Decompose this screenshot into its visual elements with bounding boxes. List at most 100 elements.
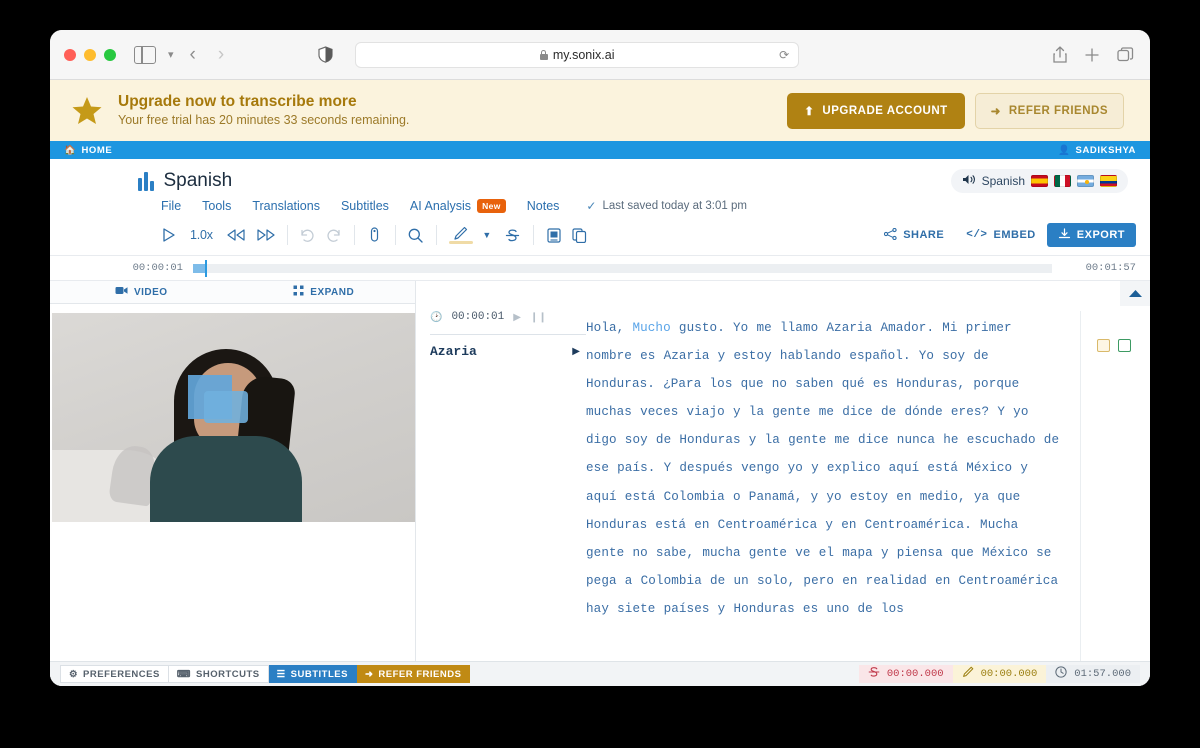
note-swatch-yellow[interactable] bbox=[1097, 339, 1110, 352]
close-window-button[interactable] bbox=[64, 48, 76, 61]
play-icon[interactable]: ▶ bbox=[513, 312, 521, 323]
star-icon bbox=[72, 96, 102, 125]
copy-icon[interactable] bbox=[567, 222, 593, 248]
tab-video[interactable]: VIDEO bbox=[50, 281, 233, 303]
collapse-panel-button[interactable] bbox=[1120, 281, 1150, 306]
lines-icon: ☰ bbox=[276, 668, 286, 680]
rewind-button[interactable] bbox=[222, 222, 251, 248]
tab-overview-icon[interactable] bbox=[1117, 47, 1134, 62]
menu-item-translations[interactable]: Translations bbox=[252, 199, 320, 213]
speaker-name[interactable]: Azaria bbox=[430, 344, 477, 359]
timeline-end-time: 00:01:57 bbox=[1085, 262, 1136, 274]
editor-toolbar: 1.0x ▼ SHARE </> EMBED EXPORT bbox=[50, 213, 1150, 256]
clock-icon: 🕑 bbox=[430, 311, 443, 323]
nav-user-menu[interactable]: 👤 SADIKSHYA bbox=[1058, 145, 1136, 156]
nav-home-link[interactable]: 🏠 HOME bbox=[64, 145, 112, 156]
arrow-up-icon: ⬆ bbox=[804, 105, 815, 118]
export-label: EXPORT bbox=[1076, 229, 1125, 241]
transcript-text-after: gusto. Yo me llamo Azaria Amador. Mi pri… bbox=[586, 321, 1060, 616]
main-panels: VIDEO EXPAND 🕑 00:00:01 ▶ ❙❙ Azaria ▶ Ho… bbox=[50, 281, 1150, 661]
transcript-highlighted-word[interactable]: Mucho bbox=[632, 321, 670, 335]
redo-button[interactable] bbox=[321, 222, 347, 248]
share-button[interactable]: SHARE bbox=[873, 223, 955, 247]
notes-column bbox=[1080, 311, 1150, 661]
home-icon: 🏠 bbox=[64, 144, 77, 156]
menu-item-subtitles[interactable]: Subtitles bbox=[341, 199, 389, 213]
toolbar-divider bbox=[353, 225, 355, 245]
refer-friends-button[interactable]: ➜ REFER FRIENDS bbox=[974, 92, 1124, 129]
mexico-flag-icon bbox=[1054, 175, 1071, 187]
export-button[interactable]: EXPORT bbox=[1046, 223, 1136, 247]
share-nodes-icon bbox=[884, 227, 897, 243]
back-button[interactable]: ‹ bbox=[184, 45, 202, 64]
maximize-window-button[interactable] bbox=[104, 48, 116, 61]
privacy-shield-icon[interactable] bbox=[318, 46, 333, 63]
pause-icon[interactable]: ❙❙ bbox=[530, 312, 547, 323]
subtitles-button[interactable]: ☰ SUBTITLES bbox=[268, 665, 357, 683]
timeline-playhead[interactable] bbox=[205, 259, 207, 277]
new-tab-icon[interactable] bbox=[1085, 47, 1099, 62]
window-controls[interactable] bbox=[64, 48, 116, 61]
address-bar[interactable]: my.sonix.ai ⟳ bbox=[355, 41, 800, 68]
refer-friends-bottom-label: REFER FRIENDS bbox=[378, 668, 462, 680]
preferences-button[interactable]: ⚙ PREFERENCES bbox=[60, 665, 169, 683]
search-icon[interactable] bbox=[403, 222, 429, 248]
highlighter-button[interactable] bbox=[444, 222, 478, 248]
argentina-flag-icon bbox=[1077, 175, 1094, 187]
share-icon[interactable] bbox=[1053, 46, 1067, 63]
forward-button[interactable]: › bbox=[212, 45, 230, 64]
caret-right-icon[interactable]: ▶ bbox=[572, 346, 586, 357]
chevron-down-icon[interactable]: ▼ bbox=[474, 222, 500, 248]
chevron-down-icon[interactable]: ▾ bbox=[168, 48, 174, 61]
url-text: my.sonix.ai bbox=[552, 47, 615, 62]
menu-item-tools[interactable]: Tools bbox=[202, 199, 231, 213]
sonix-waveform-logo bbox=[138, 171, 154, 191]
shortcuts-label: SHORTCUTS bbox=[196, 668, 260, 680]
playback-speed-button[interactable]: 1.0x bbox=[181, 222, 222, 248]
toolbar-divider bbox=[286, 225, 288, 245]
reload-icon[interactable]: ⟳ bbox=[779, 48, 789, 62]
toolbar-divider bbox=[394, 225, 396, 245]
desktop-background: ▾ ‹ › my.sonix.ai ⟳ Upgrade now to trans… bbox=[0, 0, 1200, 748]
transcript-paragraph[interactable]: Hola, Mucho gusto. Yo me llamo Azaria Am… bbox=[586, 314, 1064, 623]
fast-forward-button[interactable] bbox=[251, 222, 280, 248]
sidebar-toggle-icon[interactable] bbox=[134, 45, 156, 64]
refer-friends-bottom-button[interactable]: ➜ REFER FRIENDS bbox=[356, 665, 471, 683]
highlighter-color-indicator bbox=[448, 241, 473, 244]
language-selector[interactable]: Spanish bbox=[950, 169, 1128, 193]
play-button[interactable] bbox=[155, 222, 181, 248]
saved-status-label: Last saved today at 3:01 pm bbox=[602, 200, 747, 212]
undo-button[interactable] bbox=[295, 222, 321, 248]
toolbar-divider bbox=[532, 225, 534, 245]
banner-title: Upgrade now to transcribe more bbox=[118, 93, 357, 111]
download-icon bbox=[1058, 227, 1071, 243]
speaker-icon bbox=[962, 172, 976, 190]
subtitles-label: SUBTITLES bbox=[290, 668, 348, 680]
menu-item-file[interactable]: File bbox=[161, 199, 181, 213]
total-duration-stat: 01:57.000 bbox=[1046, 665, 1140, 683]
minimize-window-button[interactable] bbox=[84, 48, 96, 61]
site-navbar: 🏠 HOME 👤 SADIKSHYA bbox=[50, 141, 1150, 159]
transcript-text-column[interactable]: Hola, Mucho gusto. Yo me llamo Azaria Am… bbox=[586, 311, 1080, 661]
strikethrough-duration-stat: 00:00.000 bbox=[858, 665, 953, 683]
timeline-scrubber[interactable] bbox=[193, 259, 1052, 277]
tab-expand[interactable]: EXPAND bbox=[233, 281, 416, 303]
refer-friends-label: REFER FRIENDS bbox=[1008, 104, 1108, 117]
saved-status: ✓ Last saved today at 3:01 pm bbox=[586, 199, 747, 213]
shortcuts-button[interactable]: ⌨ SHORTCUTS bbox=[168, 665, 269, 683]
microphone-icon[interactable] bbox=[362, 222, 388, 248]
upgrade-account-button[interactable]: ⬆ UPGRADE ACCOUNT bbox=[787, 92, 965, 129]
share-arrow-icon: ➜ bbox=[364, 668, 374, 680]
strikethrough-button[interactable] bbox=[500, 222, 526, 248]
embed-button[interactable]: </> EMBED bbox=[955, 223, 1047, 247]
toolbar-divider bbox=[435, 225, 437, 245]
note-swatch-green[interactable] bbox=[1118, 339, 1131, 352]
menu-item-notes[interactable]: Notes bbox=[527, 199, 560, 213]
menu-item-ai-analysis[interactable]: AI Analysis bbox=[410, 199, 471, 213]
video-player[interactable] bbox=[52, 313, 415, 522]
browser-window: ▾ ‹ › my.sonix.ai ⟳ Upgrade now to trans… bbox=[50, 30, 1150, 686]
highlight-duration-stat: 00:00.000 bbox=[952, 665, 1047, 683]
dictionary-icon[interactable] bbox=[541, 222, 567, 248]
highlighter-icon bbox=[962, 666, 974, 682]
share-label: SHARE bbox=[903, 229, 945, 241]
